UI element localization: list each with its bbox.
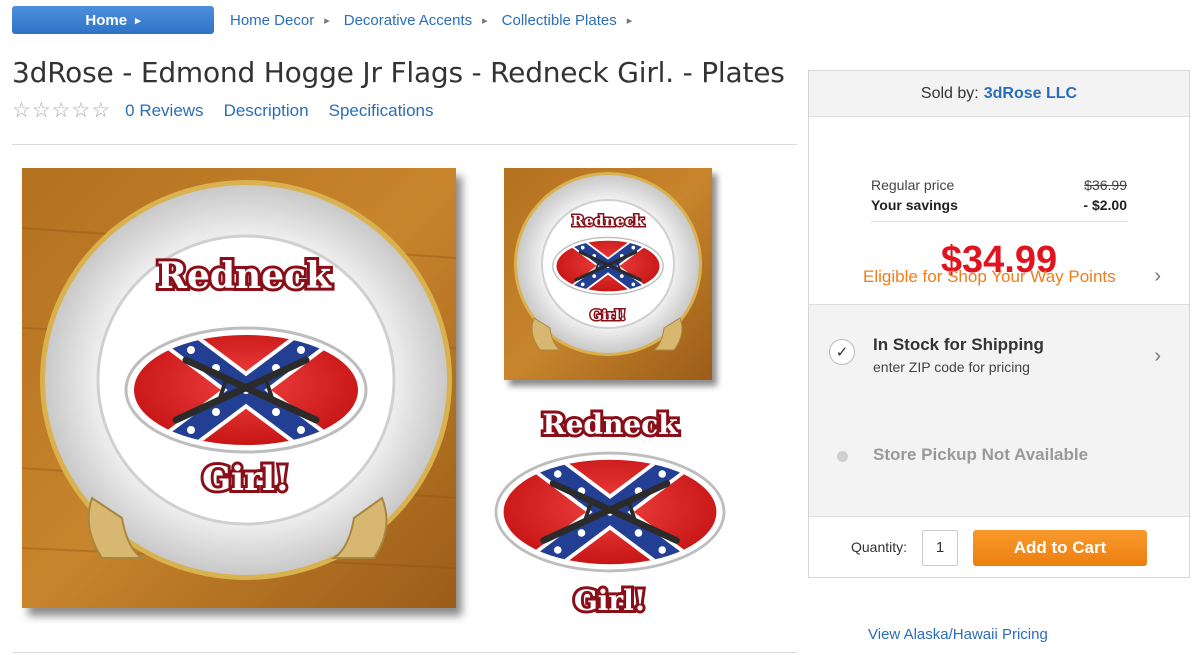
shop-your-way-points-link[interactable]: Eligible for Shop Your Way Points (863, 267, 1116, 287)
savings-value: - $2.00 (1083, 197, 1127, 213)
divider (12, 652, 797, 653)
zip-code-prompt[interactable]: enter ZIP code for pricing (873, 359, 1030, 375)
chevron-right-icon[interactable]: › (1154, 345, 1161, 368)
breadcrumb-item-home-decor[interactable]: Home Decor ▸ (230, 12, 330, 29)
divider (871, 221, 1127, 222)
star-empty-icon: ☆ (51, 99, 71, 122)
specifications-link[interactable]: Specifications (329, 101, 434, 121)
purchase-panel: Sold by: 3dRose LLC Regular price $36.99… (808, 70, 1190, 578)
star-empty-icon: ☆ (71, 99, 91, 122)
breadcrumb-item-collectible-plates[interactable]: Collectible Plates ▸ (502, 12, 633, 29)
breadcrumb-label: Decorative Accents (343, 11, 473, 29)
star-rating[interactable]: ☆ ☆ ☆ ☆ ☆ (12, 100, 111, 121)
quantity-input[interactable]: 1 (922, 530, 958, 566)
graphic-text-bottom: Girl! (574, 584, 646, 617)
quantity-label: Quantity: (851, 539, 908, 555)
seller-link[interactable]: 3dRose LLC (984, 85, 1077, 103)
store-pickup-label: Store Pickup Not Available (873, 445, 1089, 464)
breadcrumb-home-label: Home (85, 11, 128, 29)
breadcrumb: Home ▸ Home Decor ▸ Decorative Accents ▸… (12, 6, 646, 34)
in-stock-title[interactable]: In Stock for Shipping (873, 335, 1044, 355)
alaska-hawaii-pricing-link[interactable]: View Alaska/Hawaii Pricing (868, 626, 1048, 643)
quantity-row: Quantity: 1 Add to Cart (809, 517, 1189, 579)
plate-text-bottom: Girl! (202, 459, 290, 499)
main-product-image[interactable]: Redneck Girl! (21, 168, 457, 608)
thumbnail-image[interactable]: Redneck Girl! (504, 168, 712, 380)
divider (12, 144, 797, 145)
page-title: 3dRose - Edmond Hogge Jr Flags - Redneck… (12, 56, 785, 89)
thumb-text-top: Redneck (572, 212, 645, 230)
chevron-right-icon: ▸ (135, 14, 141, 27)
star-empty-icon: ☆ (12, 99, 31, 122)
sold-by-label: Sold by: (920, 84, 979, 102)
checkmark-icon[interactable]: ✓ (829, 339, 855, 365)
breadcrumb-label: Collectible Plates (501, 11, 617, 29)
savings-label: Your savings (871, 197, 958, 213)
chevron-right-icon: ▸ (626, 14, 633, 27)
breadcrumb-label: Home Decor (230, 11, 315, 29)
graphic-text-top: Redneck (542, 408, 678, 441)
plate-text-top: Redneck (157, 255, 332, 297)
chevron-right-icon: › (1154, 265, 1161, 287)
points-row[interactable]: Eligible for Shop Your Way Points › (809, 257, 1189, 303)
fulfillment-options: ✓ In Stock for Shipping enter ZIP code f… (809, 305, 1189, 517)
design-graphic-image[interactable]: Redneck Girl! (492, 400, 728, 626)
rating-row: ☆ ☆ ☆ ☆ ☆ 0 Reviews Description Specific… (12, 100, 454, 121)
chevron-right-icon: ▸ (324, 14, 330, 27)
chevron-right-icon: ▸ (482, 14, 488, 27)
star-empty-icon: ☆ (91, 99, 111, 122)
star-empty-icon: ☆ (31, 99, 51, 122)
sold-by-row: Sold by: 3dRose LLC (809, 71, 1189, 117)
regular-price-row: Regular price $36.99 (871, 177, 1127, 193)
savings-row: Your savings - $2.00 (871, 197, 1127, 213)
store-pickup-radio[interactable] (837, 451, 848, 462)
breadcrumb-home[interactable]: Home ▸ (12, 6, 214, 34)
reviews-link[interactable]: 0 Reviews (125, 101, 203, 121)
description-link[interactable]: Description (224, 101, 309, 121)
thumb-text-bottom: Girl! (590, 308, 626, 324)
breadcrumb-item-decorative-accents[interactable]: Decorative Accents ▸ (344, 12, 488, 29)
regular-price-label: Regular price (871, 177, 955, 193)
regular-price-value: $36.99 (1084, 177, 1127, 193)
add-to-cart-button[interactable]: Add to Cart (973, 530, 1147, 566)
